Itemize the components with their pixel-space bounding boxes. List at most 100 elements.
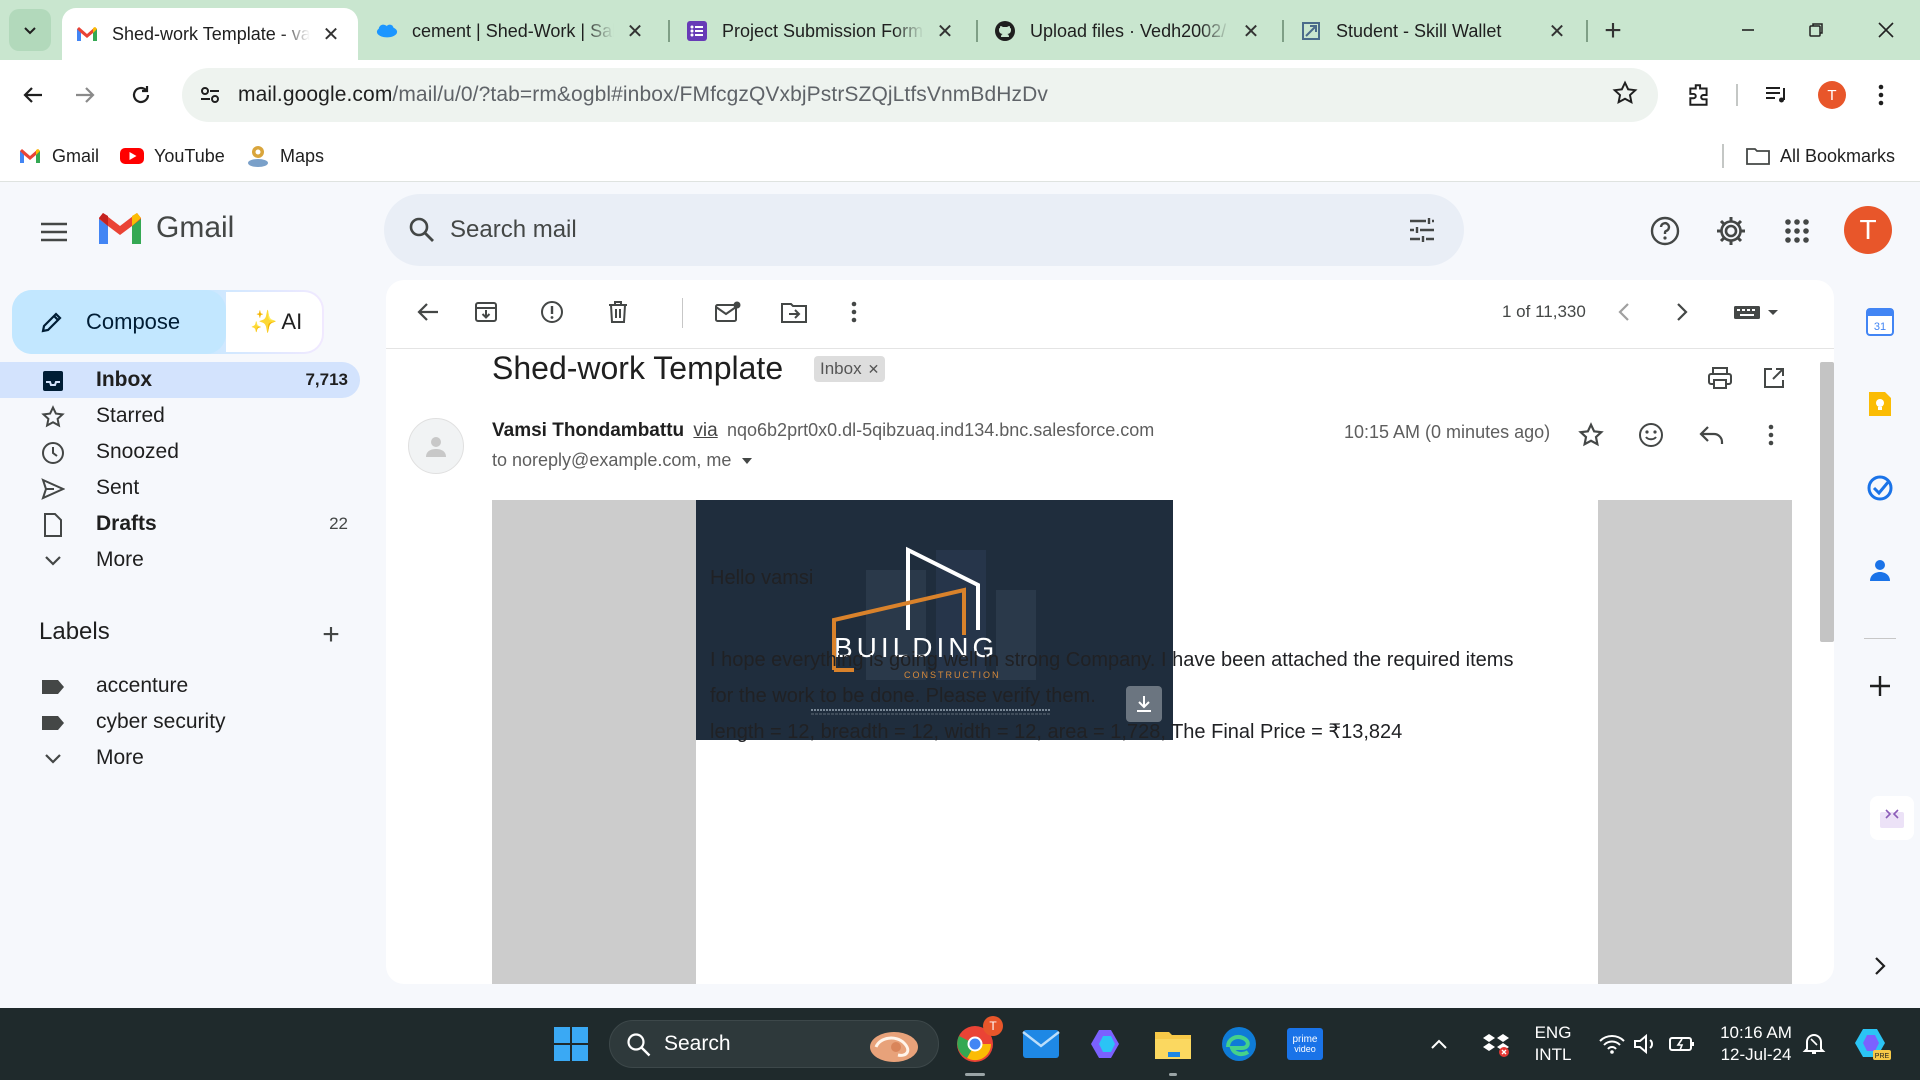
- inbox-label-chip[interactable]: Inbox ✕: [814, 356, 886, 382]
- nav-item-starred[interactable]: Starred: [0, 398, 360, 434]
- reply-button[interactable]: [1688, 412, 1734, 458]
- browser-toolbar: mail.google.com/mail/u/0/?tab=rm&ogbl#in…: [0, 60, 1920, 130]
- account-avatar[interactable]: T: [1844, 206, 1892, 254]
- keep-app-button[interactable]: [1862, 386, 1898, 422]
- browser-tab-gmail[interactable]: Shed-work Template - vamsi ✕: [62, 8, 358, 60]
- google-apps-button[interactable]: [1774, 208, 1820, 254]
- mark-unread-button[interactable]: [706, 290, 750, 334]
- ai-button[interactable]: ✨ AI: [226, 292, 322, 352]
- show-hidden-icons-button[interactable]: [1424, 1020, 1454, 1068]
- address-bar[interactable]: mail.google.com/mail/u/0/?tab=rm&ogbl#in…: [182, 68, 1658, 122]
- forward-button[interactable]: [64, 74, 106, 116]
- wifi-status[interactable]: [1594, 1020, 1630, 1068]
- contacts-app-button[interactable]: [1862, 552, 1898, 588]
- close-tab-icon[interactable]: ✕: [1238, 18, 1264, 44]
- nav-item-inbox[interactable]: Inbox 7,713: [0, 362, 360, 398]
- tab-search-button[interactable]: [9, 9, 51, 51]
- taskbar-copilot[interactable]: [1083, 1020, 1131, 1068]
- remove-label-icon[interactable]: ✕: [868, 361, 880, 378]
- nav-item-drafts[interactable]: Drafts 22: [0, 506, 360, 542]
- via-link[interactable]: via: [693, 420, 717, 441]
- scrollbar-thumb[interactable]: [1820, 362, 1834, 642]
- new-tab-button[interactable]: +: [1596, 14, 1630, 48]
- bookmark-star-icon[interactable]: [1612, 80, 1638, 111]
- taskbar-mail[interactable]: [1017, 1020, 1065, 1068]
- site-info-icon[interactable]: [190, 75, 230, 115]
- star-message-button[interactable]: [1568, 412, 1614, 458]
- browser-tab-forms[interactable]: Project Submission Form ✕: [672, 8, 972, 54]
- media-control-button[interactable]: [1756, 74, 1798, 116]
- start-button[interactable]: [547, 1020, 595, 1068]
- copilot-preview-button[interactable]: PRE: [1848, 1020, 1898, 1068]
- taskbar-prime-video[interactable]: prime video: [1281, 1020, 1329, 1068]
- close-tab-icon[interactable]: ✕: [622, 18, 648, 44]
- add-reaction-button[interactable]: [1628, 412, 1674, 458]
- search-options-icon[interactable]: [1404, 212, 1440, 248]
- newer-button[interactable]: [1602, 290, 1646, 334]
- calendar-app-button[interactable]: 31: [1862, 304, 1898, 340]
- show-side-panel-button[interactable]: [1862, 948, 1898, 984]
- nav-item-sent[interactable]: Sent: [0, 470, 360, 506]
- extensions-button[interactable]: [1678, 74, 1720, 116]
- restore-button[interactable]: [1788, 10, 1844, 50]
- move-to-button[interactable]: [772, 290, 816, 334]
- dropbox-tray-button[interactable]: [1476, 1020, 1516, 1068]
- close-window-button[interactable]: [1858, 10, 1914, 50]
- unread-count: 7,713: [305, 370, 348, 389]
- close-tab-icon[interactable]: ✕: [318, 21, 344, 47]
- bookmark-gmail[interactable]: Gmail: [18, 142, 99, 170]
- prime-video-icon: primevideo: [1287, 1028, 1323, 1060]
- label-item-cyber-security[interactable]: cyber security: [0, 704, 360, 740]
- more-actions-button[interactable]: [832, 290, 876, 334]
- create-label-button[interactable]: +: [316, 618, 346, 651]
- nav-item-snoozed[interactable]: Snoozed: [0, 434, 360, 470]
- settings-button[interactable]: [1708, 208, 1754, 254]
- close-tab-icon[interactable]: ✕: [932, 18, 958, 44]
- taskbar-chrome[interactable]: T: [951, 1016, 1003, 1076]
- main-menu-button[interactable]: [34, 212, 74, 252]
- notifications-button[interactable]: [1796, 1020, 1832, 1068]
- tasks-app-button[interactable]: [1862, 470, 1898, 506]
- browser-tab-salesforce[interactable]: cement | Shed-Work | Salesforce ✕: [362, 8, 662, 54]
- archive-button[interactable]: [464, 290, 508, 334]
- browser-tab-github[interactable]: Upload files · Vedh2002/ ✕: [980, 8, 1278, 54]
- gmail-logo[interactable]: Gmail: [96, 210, 234, 246]
- reload-button[interactable]: [120, 74, 162, 116]
- labels-more[interactable]: More: [0, 740, 360, 776]
- older-button[interactable]: [1660, 290, 1704, 334]
- search-icon[interactable]: [404, 212, 440, 248]
- label-item-accenture[interactable]: accenture: [0, 668, 360, 704]
- get-addons-button[interactable]: [1862, 668, 1898, 704]
- message-more-button[interactable]: [1748, 412, 1794, 458]
- delete-button[interactable]: [596, 290, 640, 334]
- bookmark-youtube[interactable]: YouTube: [120, 142, 225, 170]
- nav-item-more[interactable]: More: [0, 542, 360, 578]
- search-input[interactable]: [450, 210, 1350, 250]
- browser-menu-button[interactable]: [1860, 74, 1902, 116]
- addon-button[interactable]: [1870, 796, 1914, 840]
- taskbar-search[interactable]: Search: [609, 1020, 939, 1068]
- sender-name[interactable]: Vamsi Thondambattu: [492, 420, 684, 441]
- input-tools-button[interactable]: [1728, 290, 1788, 334]
- minimize-button[interactable]: [1720, 10, 1776, 50]
- print-button[interactable]: [1698, 356, 1742, 400]
- sender-avatar[interactable]: [408, 418, 464, 474]
- close-tab-icon[interactable]: ✕: [1544, 18, 1570, 44]
- taskbar-file-explorer[interactable]: [1149, 1020, 1197, 1076]
- browser-tab-skill-wallet[interactable]: Student - Skill Wallet ✕: [1286, 8, 1584, 54]
- battery-status[interactable]: [1664, 1020, 1700, 1068]
- profile-avatar[interactable]: T: [1818, 81, 1846, 109]
- report-spam-button[interactable]: [530, 290, 574, 334]
- taskbar-edge[interactable]: [1215, 1020, 1263, 1068]
- back-to-inbox-button[interactable]: [406, 290, 450, 334]
- compose-button[interactable]: Compose: [12, 290, 226, 354]
- help-button[interactable]: [1642, 208, 1688, 254]
- volume-status[interactable]: [1628, 1020, 1664, 1068]
- language-indicator[interactable]: ENG INTL: [1530, 1022, 1576, 1066]
- open-new-window-button[interactable]: [1752, 356, 1796, 400]
- clock[interactable]: 10:16 AM 12-Jul-24: [1714, 1022, 1798, 1066]
- bookmark-maps[interactable]: Maps: [246, 142, 324, 170]
- all-bookmarks-button[interactable]: All Bookmarks: [1746, 142, 1895, 170]
- back-button[interactable]: [12, 74, 54, 116]
- recipients-line[interactable]: to noreply@example.com, me: [492, 450, 753, 471]
